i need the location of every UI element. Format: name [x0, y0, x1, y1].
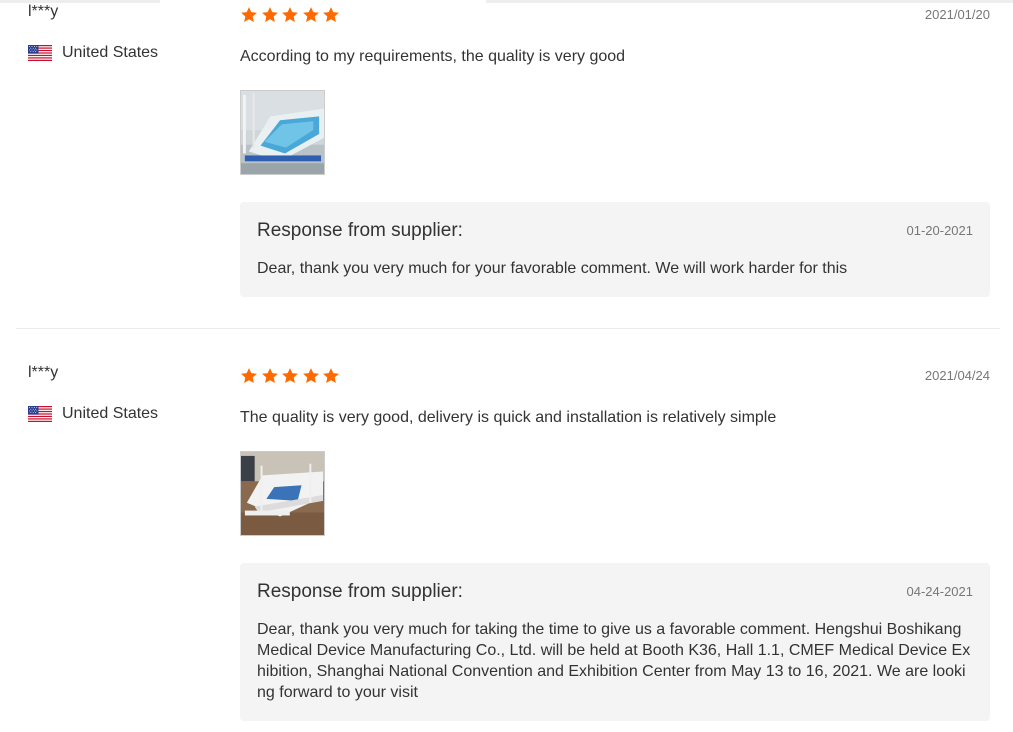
- star-icon: [322, 6, 340, 24]
- star-icon: [281, 6, 299, 24]
- star-icon: [261, 367, 279, 385]
- star-icon: [302, 367, 320, 385]
- response-date: 04-24-2021: [906, 584, 974, 599]
- star-icon: [322, 367, 340, 385]
- star-icon: [302, 6, 320, 24]
- star-icon: [281, 367, 299, 385]
- review-date: 2021/01/20: [924, 7, 990, 22]
- review-comment: The quality is very good, delivery is qu…: [240, 409, 777, 426]
- review-comment: According to my requirements, the qualit…: [240, 48, 626, 65]
- star-rating: [240, 367, 343, 385]
- star-icon: [240, 6, 258, 24]
- star-icon: [261, 6, 279, 24]
- response-text: Dear, thank you very much for taking the…: [257, 621, 971, 701]
- response-title: Response from supplier:: [257, 220, 463, 241]
- reviewer-country: United States: [28, 405, 158, 423]
- response-date: 01-20-2021: [906, 223, 974, 238]
- review-divider: [16, 328, 1000, 329]
- reviewer-country: United States: [28, 44, 158, 62]
- review-photo-thumbnail[interactable]: [240, 451, 325, 536]
- response-title: Response from supplier:: [257, 581, 463, 602]
- supplier-response: Response from supplier: 04-24-2021 Dear,…: [240, 563, 990, 721]
- us-flag-icon: [28, 406, 52, 422]
- country-name: United States: [62, 44, 159, 61]
- reviewer-name: l***y: [28, 364, 59, 381]
- star-icon: [240, 367, 258, 385]
- us-flag-icon: [28, 45, 52, 61]
- country-name: United States: [62, 405, 159, 422]
- top-border: [0, 0, 1013, 3]
- star-rating: [240, 6, 343, 24]
- supplier-response: Response from supplier: 01-20-2021 Dear,…: [240, 202, 990, 297]
- reviewer-name: l***y: [28, 3, 59, 20]
- review-photo-thumbnail[interactable]: [240, 90, 325, 175]
- response-text: Dear, thank you very much for your favor…: [257, 260, 848, 277]
- review-date: 2021/04/24: [924, 368, 990, 383]
